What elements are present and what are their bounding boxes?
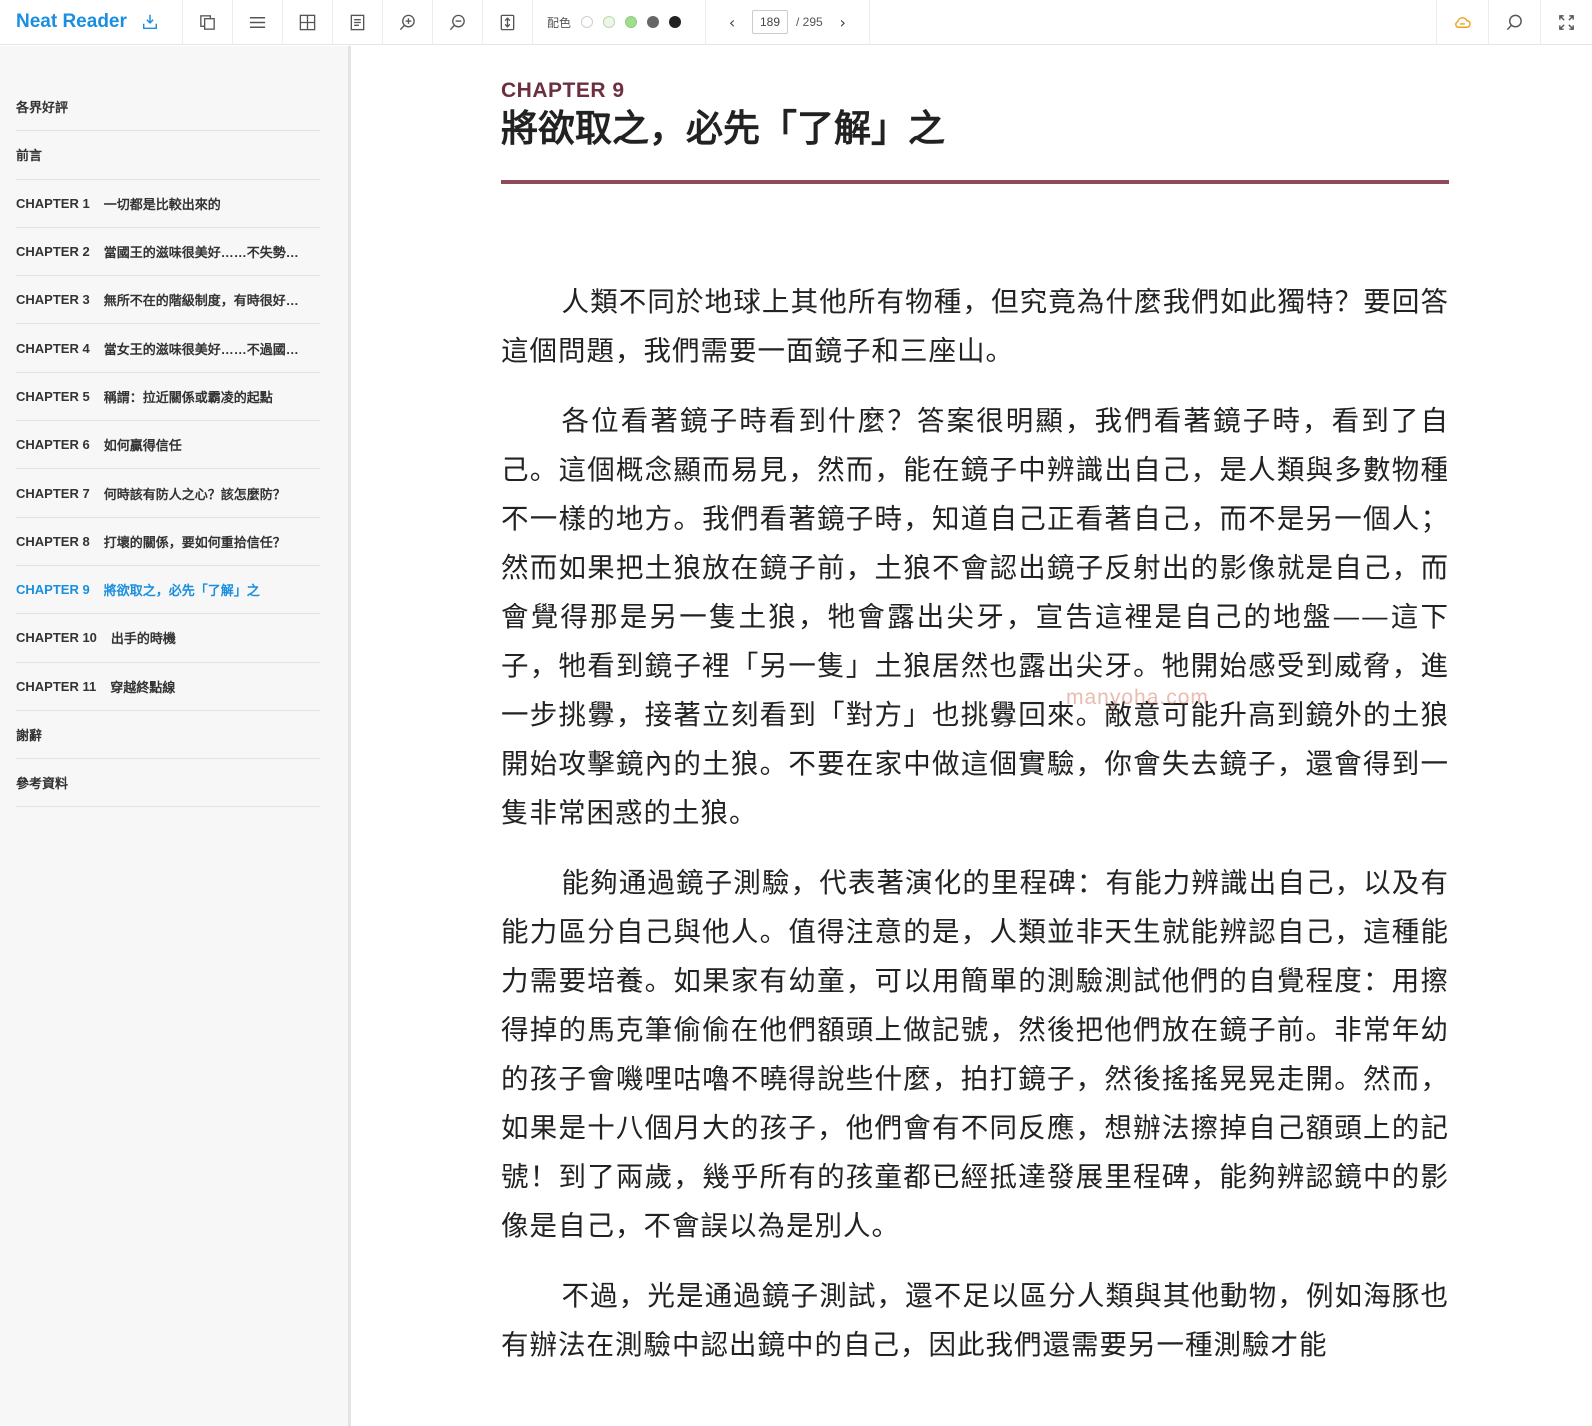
fullscreen-icon: [1559, 15, 1574, 30]
palette-label: 配色: [547, 15, 572, 30]
chapter-label: CHAPTER 9: [501, 79, 625, 102]
zoom-out-icon: [449, 14, 465, 30]
paragraph: 各位看著鏡子時看到什麼？答案很明顯，我們看著鏡子時，看到了自己。這個概念顯而易見…: [501, 405, 1449, 829]
layout-button[interactable]: [283, 0, 333, 45]
toc-chapter: CHAPTER 3: [16, 292, 90, 308]
paragraph: 人類不同於地球上其他所有物種，但究竟為什麼我們如此獨特？要回答這個問題，我們需要…: [501, 286, 1449, 367]
toc-chapter: CHAPTER 9: [16, 582, 90, 598]
app-name: Neat Reader: [16, 11, 127, 32]
swatch-green[interactable]: [625, 16, 638, 28]
toc-item-references[interactable]: 參考資料: [16, 759, 320, 808]
bookshelf-button[interactable]: [183, 0, 233, 45]
toc-title: 穿越終點線: [110, 679, 176, 695]
toc-title: 謝辭: [16, 728, 43, 743]
brand: Neat Reader: [0, 0, 183, 45]
toc-button[interactable]: [233, 0, 283, 45]
toc-item-chapter-10[interactable]: CHAPTER 10 出手的時機: [16, 614, 320, 663]
swatch-gray[interactable]: [647, 16, 660, 28]
cloud-sync-button[interactable]: [1436, 0, 1488, 45]
toc-title: 出手的時機: [110, 631, 176, 647]
toc-title: 打壞的關係，要如何重拾信任？: [103, 534, 286, 550]
fit-height-icon: [500, 14, 515, 30]
grid-icon: [299, 14, 316, 30]
toolbar-right: [1436, 0, 1592, 45]
article-body: 人類不同於地球上其他所有物種，但究竟為什麼我們如此獨特？要回答這個問題，我們需要…: [501, 278, 1449, 1370]
paragraph: 不過，光是通過鏡子測試，還不足以區分人類與其他動物，例如海豚也有辦法在測驗中認出…: [501, 1280, 1449, 1361]
cloud-icon: [1455, 17, 1471, 28]
toc-chapter: CHAPTER 2: [16, 244, 90, 260]
toc-chapter: CHAPTER 8: [16, 533, 90, 549]
toc-title: 如何贏得信任: [103, 438, 182, 454]
copy-icon: [200, 14, 215, 30]
toc-chapter: CHAPTER 7: [16, 485, 90, 501]
prev-page-icon[interactable]: ‹: [724, 13, 740, 32]
next-page-icon[interactable]: ›: [835, 13, 851, 32]
toc-chapter: CHAPTER 11: [16, 678, 97, 694]
toc-title: 稱謂：拉近關係或霸凌的起點: [103, 389, 273, 405]
zoom-in-button[interactable]: [383, 0, 433, 45]
swatch-light-green[interactable]: [603, 16, 616, 28]
swatch-black[interactable]: [669, 16, 682, 28]
title-rule: [501, 180, 1449, 184]
toc-item-chapter-9[interactable]: CHAPTER 9 將欲取之，必先「了解」之: [16, 566, 320, 615]
toc-item-chapter-8[interactable]: CHAPTER 8 打壞的關係，要如何重拾信任？: [16, 518, 320, 566]
menu-icon: [249, 16, 266, 28]
toc-title: 無所不在的階級制度，有時很好…: [103, 293, 299, 309]
toc-title: 當女王的滋味很美好……不過國…: [103, 341, 299, 357]
toc-item-preface[interactable]: 前言: [16, 131, 320, 180]
toc-title: 將欲取之，必先「了解」之: [103, 583, 260, 599]
search-button[interactable]: [1488, 0, 1540, 45]
toc-chapter: CHAPTER 10: [16, 630, 97, 646]
toc-item-chapter-2[interactable]: CHAPTER 2 當國王的滋味很美好……不失勢…: [16, 228, 320, 277]
toc-title: 一切都是比較出來的: [103, 196, 221, 212]
toc-sidebar: 各界好評 前言 CHAPTER 1 一切都是比較出來的 CHAPTER 2 當國王的…: [0, 46, 351, 1426]
toc-chapter: CHAPTER 1: [16, 195, 90, 211]
toc-title: 何時該有防人之心？該怎麼防？: [103, 486, 286, 502]
swatch-white[interactable]: [581, 16, 594, 28]
toc-item-chapter-3[interactable]: CHAPTER 3 無所不在的階級制度，有時很好…: [16, 276, 320, 325]
toc-title: 參考資料: [16, 776, 69, 792]
watermark: manyoha.com: [1066, 686, 1209, 709]
toc-item-chapter-6[interactable]: CHAPTER 6 如何贏得信任: [16, 421, 320, 470]
toc-item-acknowledgements[interactable]: 謝辭: [16, 711, 320, 760]
page-input[interactable]: 189: [752, 10, 789, 34]
toc-item-chapter-11[interactable]: CHAPTER 11 穿越終點線: [16, 663, 320, 711]
document-icon: [350, 14, 365, 30]
toc-chapter: CHAPTER 4: [16, 340, 90, 356]
search-icon: [1506, 14, 1522, 31]
page-navigator: ‹ 189 / 295 ›: [706, 0, 870, 45]
fit-height-button[interactable]: [483, 0, 533, 45]
fullscreen-button[interactable]: [1540, 0, 1592, 45]
toc-item-chapter-4[interactable]: CHAPTER 4 當女王的滋味很美好……不過國…: [16, 324, 320, 373]
toc-title: 前言: [16, 148, 43, 164]
toc-item-chapter-1[interactable]: CHAPTER 1 一切都是比較出來的: [16, 180, 320, 228]
toc-title: 當國王的滋味很美好……不失勢…: [103, 245, 299, 261]
chapter-title: 將欲取之，必先「了解」之: [501, 106, 945, 150]
toc-item-chapter-7[interactable]: CHAPTER 7 何時該有防人之心？該怎麼防？: [16, 469, 320, 518]
toc-chapter: CHAPTER 5: [16, 388, 90, 404]
toc-item-chapter-5[interactable]: CHAPTER 5 稱謂：拉近關係或霸凌的起點: [16, 373, 320, 422]
toc-chapter: CHAPTER 6: [16, 437, 90, 453]
notes-button[interactable]: [333, 0, 383, 45]
import-icon[interactable]: [141, 13, 159, 31]
color-palette: 配色: [533, 0, 707, 45]
article: CHAPTER 9 將欲取之，必先「了解」之 人類不同於地球上其他所有物種，但究…: [501, 79, 1449, 1391]
zoom-out-button[interactable]: [433, 0, 483, 45]
toc-title: 各界好評: [16, 100, 69, 116]
toc-item-reviews[interactable]: 各界好評: [16, 83, 320, 132]
page-total: / 295: [796, 15, 823, 29]
paragraph: 能夠通過鏡子測驗，代表著演化的里程碑：有能力辨識出自己，以及有能力區分自己與他人…: [501, 867, 1449, 1242]
zoom-in-icon: [399, 14, 415, 30]
reader-content[interactable]: CHAPTER 9 將欲取之，必先「了解」之 人類不同於地球上其他所有物種，但究…: [354, 46, 1592, 1426]
toolbar: Neat Reader 配色 ‹ 189 / 295 ›: [0, 0, 1592, 45]
